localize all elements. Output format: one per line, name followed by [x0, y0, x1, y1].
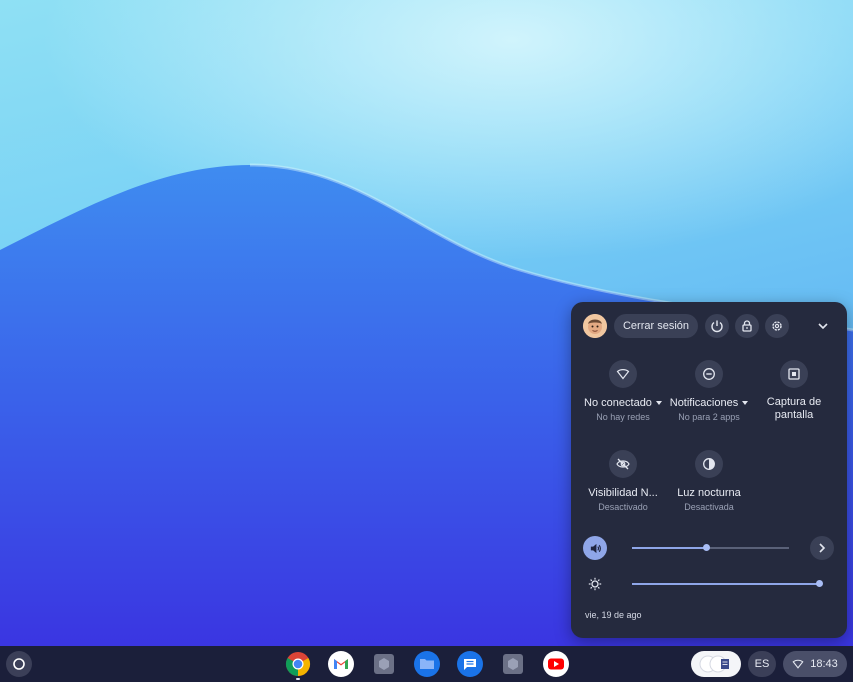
- screen-capture-tile[interactable]: Captura de pantalla: [749, 360, 839, 422]
- avatar-face-icon: [583, 314, 607, 338]
- date-label[interactable]: vie, 19 de ago: [585, 610, 642, 620]
- network-status: No hay redes: [596, 412, 650, 422]
- nearby-visibility-status: Desactivado: [598, 502, 648, 512]
- clock-time: 18:43: [810, 658, 838, 670]
- files-icon: [414, 651, 440, 677]
- nearby-visibility-tile[interactable]: Visibilidad N... Desactivado: [578, 450, 668, 512]
- power-icon: [711, 320, 723, 333]
- volume-icon: [590, 543, 601, 553]
- night-light-label[interactable]: Luz nocturna: [664, 487, 754, 499]
- youtube-app[interactable]: [543, 651, 569, 677]
- sign-out-button[interactable]: Cerrar sesión: [614, 314, 698, 338]
- status-area-button[interactable]: 18:43: [783, 651, 847, 677]
- nearby-visibility-toggle[interactable]: [609, 450, 637, 478]
- gear-icon: [772, 321, 782, 331]
- notifications-label[interactable]: Notificaciones: [664, 397, 754, 409]
- app-placeholder-1[interactable]: [371, 651, 397, 677]
- quick-settings-panel: Cerrar sesión No conectado No hay redes …: [571, 302, 847, 638]
- volume-track-rest: [706, 547, 789, 549]
- night-light-toggle[interactable]: [695, 450, 723, 478]
- volume-thumb[interactable]: [703, 544, 710, 551]
- holding-space-icon: [699, 655, 729, 673]
- brightness-icon: [588, 577, 602, 591]
- lock-icon: [742, 320, 752, 332]
- chrome-icon: [285, 652, 311, 676]
- gmail-icon: [328, 651, 354, 677]
- chevron-right-icon: [819, 543, 826, 553]
- wifi-icon: [616, 369, 630, 380]
- night-light-icon: [703, 458, 715, 470]
- lock-button[interactable]: [735, 314, 759, 338]
- network-toggle[interactable]: [609, 360, 637, 388]
- launcher-button[interactable]: [6, 651, 32, 677]
- do-not-disturb-icon: [703, 368, 715, 380]
- notifications-status: No para 2 apps: [678, 412, 740, 422]
- screen-capture-toggle[interactable]: [780, 360, 808, 388]
- screen-capture-icon: [788, 368, 800, 380]
- visibility-off-icon: [616, 458, 630, 470]
- mute-button[interactable]: [583, 536, 607, 560]
- notifications-tile[interactable]: Notificaciones No para 2 apps: [664, 360, 754, 422]
- holding-space-tray[interactable]: [691, 651, 741, 677]
- night-light-tile[interactable]: Luz nocturna Desactivada: [664, 450, 754, 512]
- user-avatar[interactable]: [583, 314, 607, 338]
- collapse-button[interactable]: [811, 314, 835, 338]
- launcher-icon: [13, 658, 25, 670]
- volume-track-filled: [632, 547, 706, 549]
- input-method-button[interactable]: ES: [748, 651, 776, 677]
- settings-button[interactable]: [765, 314, 789, 338]
- app-placeholder-icon: [374, 654, 394, 674]
- brightness-thumb[interactable]: [816, 580, 823, 587]
- caret-down-icon: [655, 401, 662, 406]
- messages-icon: [457, 651, 483, 677]
- wifi-icon: [792, 659, 804, 669]
- gmail-app[interactable]: [328, 651, 354, 677]
- notifications-toggle[interactable]: [695, 360, 723, 388]
- power-button[interactable]: [705, 314, 729, 338]
- network-tile[interactable]: No conectado No hay redes: [578, 360, 668, 422]
- night-light-status: Desactivada: [684, 502, 734, 512]
- caret-down-icon: [742, 401, 749, 406]
- files-app[interactable]: [414, 651, 440, 677]
- chrome-app[interactable]: [285, 651, 311, 677]
- brightness-track-filled: [632, 583, 820, 585]
- brightness-button: [583, 572, 607, 596]
- app-placeholder-icon: [503, 654, 523, 674]
- audio-settings-button[interactable]: [810, 536, 834, 560]
- shelf: ES 18:43: [0, 646, 853, 682]
- app-placeholder-2[interactable]: [500, 651, 526, 677]
- nearby-visibility-label[interactable]: Visibilidad N...: [578, 487, 668, 499]
- screen-capture-label[interactable]: Captura de pantalla: [749, 396, 839, 422]
- messages-app[interactable]: [457, 651, 483, 677]
- chevron-down-icon: [818, 323, 828, 330]
- network-label[interactable]: No conectado: [578, 397, 668, 409]
- chrome-running-indicator: [296, 678, 300, 680]
- youtube-icon: [543, 651, 569, 677]
